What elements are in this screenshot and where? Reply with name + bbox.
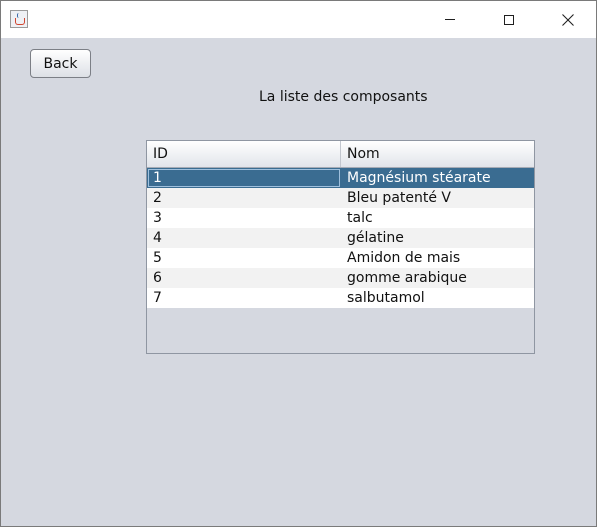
table-row[interactable]: 6 gomme arabique [147, 268, 534, 288]
table-row[interactable]: 3 talc [147, 208, 534, 228]
cell-id: 6 [153, 270, 162, 286]
cell-id: 1 [147, 168, 341, 188]
maximize-icon [504, 14, 514, 25]
page-title: La liste des composants [259, 89, 428, 105]
cell-nom: gomme arabique [347, 270, 467, 286]
cell-nom: Magnésium stéarate [347, 170, 491, 186]
table-row[interactable]: 2 Bleu patenté V [147, 188, 534, 208]
column-header-nom[interactable]: Nom [341, 141, 534, 167]
back-button[interactable]: Back [30, 49, 91, 78]
table-row[interactable]: 1 Magnésium stéarate [147, 168, 534, 188]
cell-id: 5 [153, 250, 162, 266]
cell-nom: salbutamol [347, 290, 425, 306]
cell-id: 3 [153, 210, 162, 226]
java-app-icon[interactable] [10, 10, 28, 28]
cell-nom: gélatine [347, 230, 404, 246]
table-row[interactable]: 4 gélatine [147, 228, 534, 248]
maximize-button[interactable] [486, 1, 532, 38]
cell-id: 7 [153, 290, 162, 306]
cell-id: 2 [153, 190, 162, 206]
close-icon [562, 13, 574, 26]
table-row[interactable]: 5 Amidon de mais [147, 248, 534, 268]
minimize-icon [445, 19, 455, 20]
table-row[interactable]: 7 salbutamol [147, 288, 534, 308]
cell-nom: Bleu patenté V [347, 190, 452, 206]
close-button[interactable] [545, 1, 591, 38]
content-panel: Back La liste des composants ID Nom 1 Ma… [1, 38, 596, 526]
table-body: 1 Magnésium stéarate 2 Bleu patenté V 3 … [147, 168, 534, 308]
title-bar [1, 1, 596, 38]
minimize-button[interactable] [427, 1, 473, 38]
table-header: ID Nom [147, 141, 534, 168]
column-header-id[interactable]: ID [147, 141, 341, 167]
cell-nom: Amidon de mais [347, 250, 461, 266]
cell-id: 4 [153, 230, 162, 246]
app-window: Back La liste des composants ID Nom 1 Ma… [0, 0, 597, 527]
cell-nom: talc [347, 210, 373, 226]
components-table[interactable]: ID Nom 1 Magnésium stéarate 2 Bleu paten… [146, 140, 535, 354]
